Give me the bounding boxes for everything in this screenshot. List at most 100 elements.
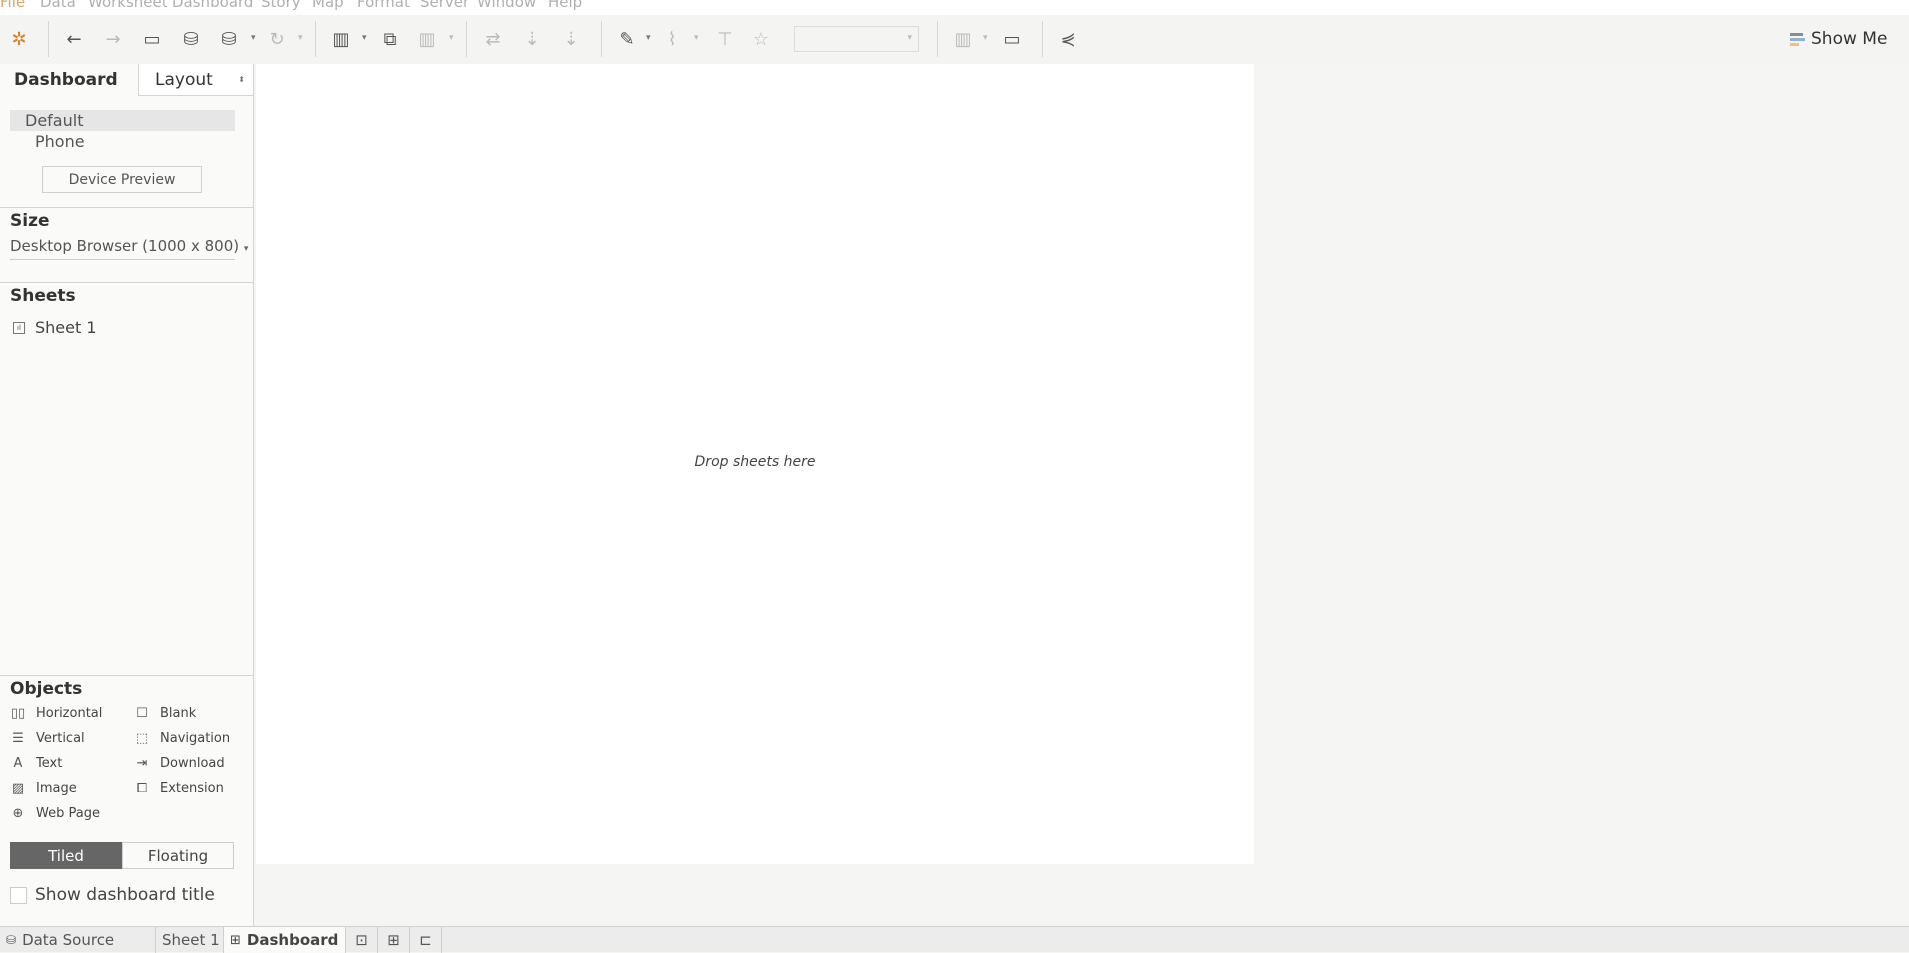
undo-icon[interactable]: ← <box>61 26 87 52</box>
object-download[interactable]: ⇥ Download <box>134 756 225 771</box>
pin-icon[interactable]: ☆ <box>748 26 774 52</box>
show-me-icon <box>1790 32 1805 46</box>
chevron-down-icon[interactable]: ▾ <box>298 33 303 43</box>
new-worksheet-button[interactable]: ⊡ <box>346 927 378 953</box>
tab-sheet-1[interactable]: Sheet 1 <box>156 927 224 953</box>
navigation-icon: ⬚ <box>135 731 149 746</box>
tab-layout[interactable]: Layout ⬍ <box>138 64 253 96</box>
chevron-down-icon[interactable]: ▾ <box>449 33 454 43</box>
tab-data-source[interactable]: ⛁ Data Source <box>0 927 156 953</box>
labels-icon[interactable]: ⊤ <box>712 26 738 52</box>
tableau-logo-icon[interactable]: ✲ <box>6 26 32 52</box>
object-extension[interactable]: ⧠ Extension <box>134 781 224 796</box>
new-data-source-icon[interactable]: ⛁ <box>178 26 204 52</box>
object-image[interactable]: ▨ Image <box>10 781 77 796</box>
fit-dropdown[interactable]: ▾ <box>794 26 919 52</box>
paperclip-icon[interactable]: ⌇ <box>659 26 685 52</box>
menu-help[interactable]: Help <box>548 0 582 11</box>
menu-bar: File Data Worksheet Dashboard Story Map … <box>0 0 1909 15</box>
menu-map[interactable]: Map <box>312 0 344 11</box>
show-title-checkbox-row[interactable]: Show dashboard title <box>10 885 215 905</box>
duplicate-sheet-icon[interactable]: ⧉ <box>377 26 403 52</box>
menu-data[interactable]: Data <box>40 0 76 11</box>
separator <box>315 21 316 57</box>
menu-format[interactable]: Format <box>357 0 410 11</box>
menu-file[interactable]: File <box>0 0 25 11</box>
extension-icon: ⧠ <box>136 781 148 796</box>
sort-ascending-icon[interactable]: ⇣ <box>519 26 545 52</box>
object-text[interactable]: A Text <box>10 756 63 771</box>
tab-label: Sheet 1 <box>162 931 220 949</box>
drop-sheets-placeholder: Drop sheets here <box>694 454 816 470</box>
dashboard-icon: ⊞ <box>230 932 241 948</box>
presentation-mode-icon[interactable]: ▭ <box>999 26 1025 52</box>
chevron-down-icon: ▾ <box>243 244 249 254</box>
separator <box>48 21 49 57</box>
save-icon[interactable]: ▭ <box>139 26 165 52</box>
object-vertical[interactable]: ☰ Vertical <box>10 731 85 746</box>
tab-layout-label: Layout <box>155 69 213 90</box>
object-label: Horizontal <box>36 706 103 721</box>
new-dashboard-button[interactable]: ⊞ <box>378 927 410 953</box>
object-label: Text <box>36 756 63 771</box>
object-blank[interactable]: ☐ Blank <box>134 706 196 721</box>
menu-window[interactable]: Window <box>477 0 536 11</box>
tab-dashboard[interactable]: Dashboard <box>0 64 138 96</box>
menu-story[interactable]: Story <box>261 0 301 11</box>
new-story-button[interactable]: ⊏ <box>410 927 442 953</box>
dashboard-canvas[interactable]: Drop sheets here <box>256 64 1254 864</box>
size-dropdown[interactable]: Desktop Browser (1000 x 800) ▾ <box>10 237 248 260</box>
sort-descending-icon[interactable]: ⇣ <box>558 26 584 52</box>
object-navigation[interactable]: ⬚ Navigation <box>134 731 230 746</box>
size-value: Desktop Browser (1000 x 800) <box>10 237 240 255</box>
menu-dashboard[interactable]: Dashboard <box>172 0 253 11</box>
tiled-toggle[interactable]: Tiled <box>10 842 122 869</box>
menu-server[interactable]: Server <box>420 0 469 11</box>
show-title-checkbox[interactable] <box>10 886 27 904</box>
tab-label: Dashboard 1 <box>246 931 346 949</box>
show-me-button[interactable]: Show Me <box>1790 27 1887 51</box>
separator <box>1042 21 1043 57</box>
text-icon: A <box>13 756 23 771</box>
device-preview-button[interactable]: Device Preview <box>42 166 202 193</box>
spinner-icon: ⬍ <box>238 75 245 84</box>
device-phone[interactable]: Phone <box>35 132 85 151</box>
object-horizontal[interactable]: ▯▯ Horizontal <box>10 706 103 721</box>
chevron-down-icon[interactable]: ▾ <box>362 33 367 43</box>
chevron-down-icon[interactable]: ▾ <box>983 33 988 43</box>
chevron-down-icon: ▾ <box>907 33 912 43</box>
sheet-label: Sheet 1 <box>35 318 97 337</box>
divider <box>0 675 253 676</box>
sheet-tab-bar: ⛁ Data Source Sheet 1 ⊞ Dashboard 1 ⊡ ⊞ ⊏ <box>0 926 1909 953</box>
globe-icon: ⊕ <box>12 806 24 821</box>
chevron-down-icon[interactable]: ▾ <box>646 33 651 43</box>
tab-label: Data Source <box>22 931 115 949</box>
separator <box>466 21 467 57</box>
object-label: Image <box>36 781 77 796</box>
new-dashboard-icon: ⊞ <box>387 931 400 949</box>
pause-updates-icon[interactable]: ⛁ <box>216 26 242 52</box>
blank-icon: ☐ <box>136 706 148 721</box>
horizontal-container-icon: ▯▯ <box>10 706 26 721</box>
highlight-icon[interactable]: ✎ <box>614 26 640 52</box>
floating-toggle[interactable]: Floating <box>122 842 234 869</box>
sheet-item[interactable]: ıl Sheet 1 <box>13 318 97 337</box>
divider <box>0 207 253 208</box>
tab-dashboard-1[interactable]: ⊞ Dashboard 1 <box>224 927 346 953</box>
redo-icon[interactable]: → <box>100 26 126 52</box>
image-icon: ▨ <box>11 781 25 796</box>
menu-worksheet[interactable]: Worksheet <box>88 0 168 11</box>
show-cards-icon[interactable]: ▥ <box>950 26 976 52</box>
new-story-icon: ⊏ <box>419 931 432 949</box>
chevron-down-icon[interactable]: ▾ <box>251 33 256 43</box>
clear-sheet-icon[interactable]: ▥ <box>414 26 440 52</box>
object-label: Download <box>160 756 225 771</box>
refresh-icon[interactable]: ↻ <box>264 26 290 52</box>
object-web-page[interactable]: ⊕ Web Page <box>10 806 100 821</box>
download-icon: ⇥ <box>136 756 148 771</box>
chevron-down-icon[interactable]: ▾ <box>694 33 699 43</box>
device-default[interactable]: Default <box>10 110 235 131</box>
swap-icon[interactable]: ⇄ <box>480 26 506 52</box>
share-icon[interactable]: ⋞ <box>1055 26 1081 52</box>
new-worksheet-icon[interactable]: ▥ <box>328 26 354 52</box>
